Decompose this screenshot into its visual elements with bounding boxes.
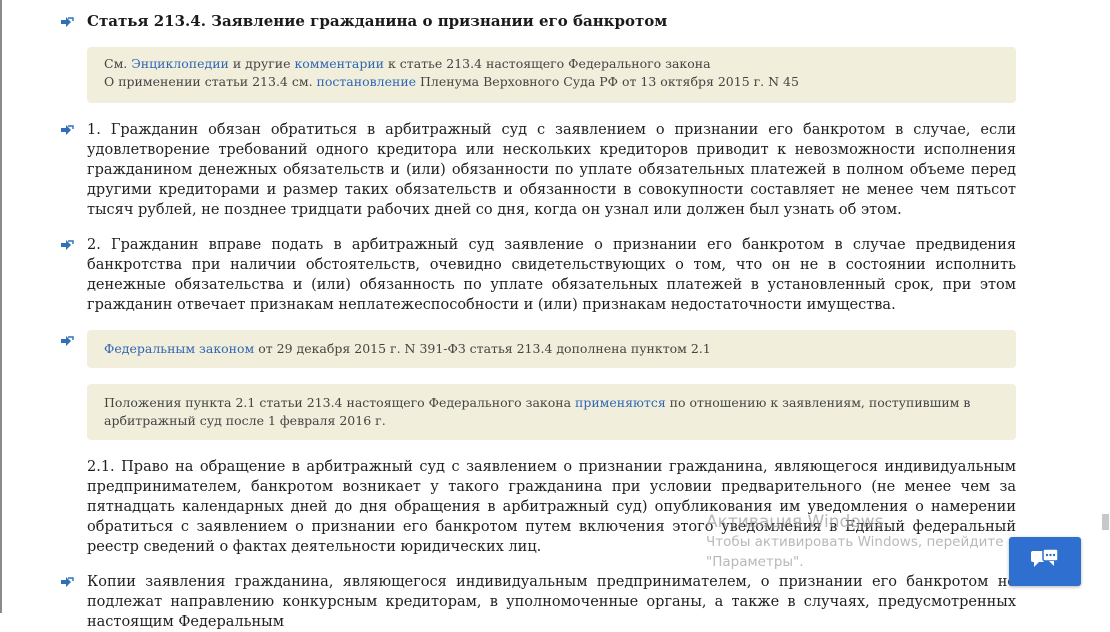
paragraph-2: 2. Гражданин вправе подать в арбитражный… bbox=[87, 237, 1016, 313]
vertical-scrollbar[interactable] bbox=[1101, 0, 1110, 613]
article-title: Статья 213.4. Заявление гражданина о при… bbox=[87, 12, 668, 30]
encyclopedia-link[interactable]: Энциклопедии bbox=[131, 56, 229, 71]
applied-link[interactable]: применяются bbox=[575, 395, 666, 410]
reference-line-1: См. Энциклопедии и другие комментарии к … bbox=[104, 56, 711, 71]
reference-note: См. Энциклопедии и другие комментарии к … bbox=[87, 47, 1016, 103]
paragraph-2-1: 2.1. Право на обращение в арбитражный су… bbox=[87, 459, 1016, 555]
window-left-border bbox=[0, 0, 2, 613]
reference-line-2: О применении статьи 213.4 см. постановле… bbox=[104, 74, 799, 89]
amendment-note: Федеральным законом от 29 декабря 2015 г… bbox=[87, 330, 1016, 368]
federal-law-link[interactable]: Федеральным законом bbox=[104, 341, 254, 356]
application-note: Положения пункта 2.1 статьи 213.4 настоя… bbox=[87, 384, 1016, 440]
resolution-link[interactable]: постановление bbox=[317, 74, 417, 89]
share-arrow-icon[interactable] bbox=[60, 239, 74, 251]
share-arrow-icon[interactable] bbox=[60, 576, 74, 588]
scrollbar-thumb[interactable] bbox=[1102, 514, 1109, 530]
share-arrow-icon[interactable] bbox=[60, 16, 74, 28]
paragraph-last: Копии заявления гражданина, являющегося … bbox=[87, 574, 1016, 630]
paragraph-1: 1. Гражданин обязан обратиться в арбитра… bbox=[87, 122, 1016, 218]
chat-button[interactable] bbox=[1009, 537, 1081, 586]
chat-bubbles-icon bbox=[1030, 547, 1060, 576]
share-arrow-icon[interactable] bbox=[60, 124, 74, 136]
comments-link[interactable]: комментарии bbox=[294, 56, 384, 71]
share-arrow-icon[interactable] bbox=[60, 335, 74, 347]
